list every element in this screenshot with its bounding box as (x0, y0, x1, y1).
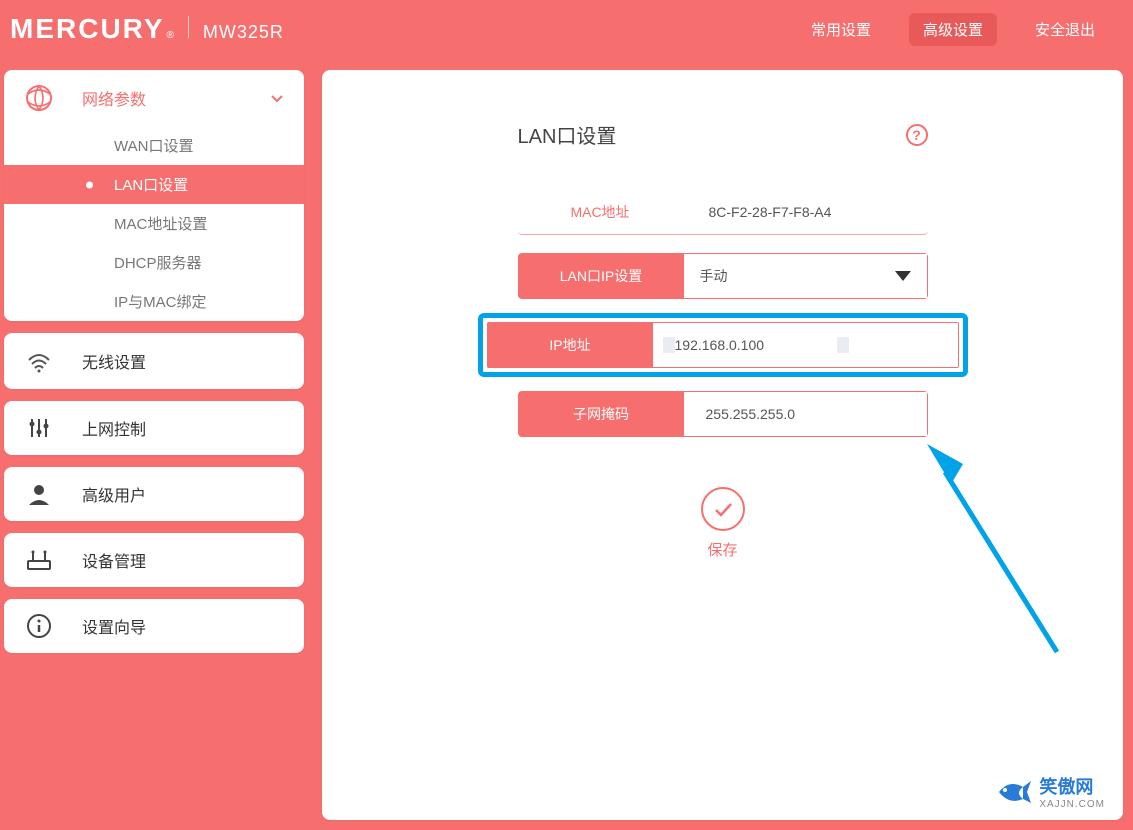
mac-address-value: 8C-F2-28-F7-F8-A4 (683, 204, 928, 220)
nav-advanced-settings[interactable]: 高级设置 (909, 13, 997, 46)
info-icon (22, 613, 56, 639)
brand-separator (188, 16, 189, 38)
subnet-mask-label: 子网掩码 (519, 392, 684, 436)
mac-address-row: MAC地址 8C-F2-28-F7-F8-A4 (518, 195, 928, 235)
save-label: 保存 (707, 539, 737, 560)
sidebar-access-control[interactable]: 上网控制 (4, 401, 304, 455)
subnet-mask-input[interactable] (706, 406, 868, 422)
lan-ip-mode-value: 手动 (700, 266, 728, 286)
lan-ip-mode-label: LAN口IP设置 (519, 254, 684, 298)
help-icon[interactable]: ? (906, 124, 928, 146)
brand-model: MW325R (203, 22, 284, 43)
nav-logout[interactable]: 安全退出 (1021, 13, 1109, 46)
sidebar-item-ipmac[interactable]: IP与MAC绑定 (4, 282, 304, 321)
chevron-down-icon (268, 89, 286, 107)
sidebar-network[interactable]: 网络参数 WAN口设置 LAN口设置 MAC地址设置 DHCP服务器 IP与MA… (4, 70, 304, 321)
page-title: LAN口设置 (518, 120, 617, 149)
lan-ip-mode-select[interactable]: 手动 (684, 254, 927, 298)
user-icon (22, 481, 56, 507)
subnet-mask-row: 子网掩码 (518, 391, 928, 437)
annotation-arrow-icon (927, 442, 1067, 662)
content-panel: LAN口设置 ? MAC地址 8C-F2-28-F7-F8-A4 LAN口IP设… (322, 70, 1123, 820)
sidebar-advanced-user[interactable]: 高级用户 (4, 467, 304, 521)
header-nav: 常用设置 高级设置 安全退出 (797, 13, 1109, 46)
globe-icon (22, 84, 56, 112)
nav-common-settings[interactable]: 常用设置 (797, 13, 885, 46)
sidebar-item-dhcp[interactable]: DHCP服务器 (4, 243, 304, 282)
lan-ip-mode-row[interactable]: LAN口IP设置 手动 (518, 253, 928, 299)
sidebar-wireless[interactable]: 无线设置 (4, 333, 304, 389)
sidebar-item-wan[interactable]: WAN口设置 (4, 126, 304, 165)
ip-address-row: IP地址 (487, 322, 959, 368)
check-circle-icon (701, 487, 745, 531)
ip-address-label: IP地址 (488, 323, 653, 367)
lan-settings-form: MAC地址 8C-F2-28-F7-F8-A4 LAN口IP设置 手动 IP地址 (518, 195, 928, 560)
sidebar-advanced-user-label: 高级用户 (82, 482, 146, 506)
watermark: 笑傲网 XAJJN.COM (993, 773, 1105, 810)
sidebar-setup-wizard-label: 设置向导 (82, 614, 146, 638)
brand-name: MERCURY (10, 13, 165, 45)
save-button[interactable]: 保存 (518, 487, 928, 560)
sidebar-item-lan[interactable]: LAN口设置 (4, 165, 304, 204)
app-header: MERCURY ® MW325R 常用设置 高级设置 安全退出 (0, 0, 1133, 58)
sidebar-device-management-label: 设备管理 (82, 548, 146, 572)
watermark-text: 笑傲网 (1039, 777, 1093, 797)
sidebar-item-mac[interactable]: MAC地址设置 (4, 204, 304, 243)
ip-address-input[interactable] (675, 337, 837, 353)
sidebar-device-management[interactable]: 设备管理 (4, 533, 304, 587)
ip-address-highlight-box: IP地址 (478, 313, 968, 377)
router-icon (22, 547, 56, 573)
dropdown-arrow-icon (895, 271, 911, 281)
brand: MERCURY ® MW325R (10, 13, 284, 45)
sliders-icon (22, 415, 56, 441)
sidebar-access-control-label: 上网控制 (82, 416, 146, 440)
fish-logo-icon (993, 777, 1033, 807)
sidebar-network-label: 网络参数 (82, 86, 146, 110)
wifi-icon (22, 347, 56, 375)
sidebar-wireless-label: 无线设置 (82, 349, 146, 373)
sidebar: 网络参数 WAN口设置 LAN口设置 MAC地址设置 DHCP服务器 IP与MA… (4, 70, 304, 820)
mac-address-label: MAC地址 (518, 202, 683, 222)
sidebar-setup-wizard[interactable]: 设置向导 (4, 599, 304, 653)
watermark-subtext: XAJJN.COM (1039, 799, 1105, 810)
brand-registered: ® (167, 30, 174, 41)
sidebar-network-submenu: WAN口设置 LAN口设置 MAC地址设置 DHCP服务器 IP与MAC绑定 (4, 126, 304, 321)
